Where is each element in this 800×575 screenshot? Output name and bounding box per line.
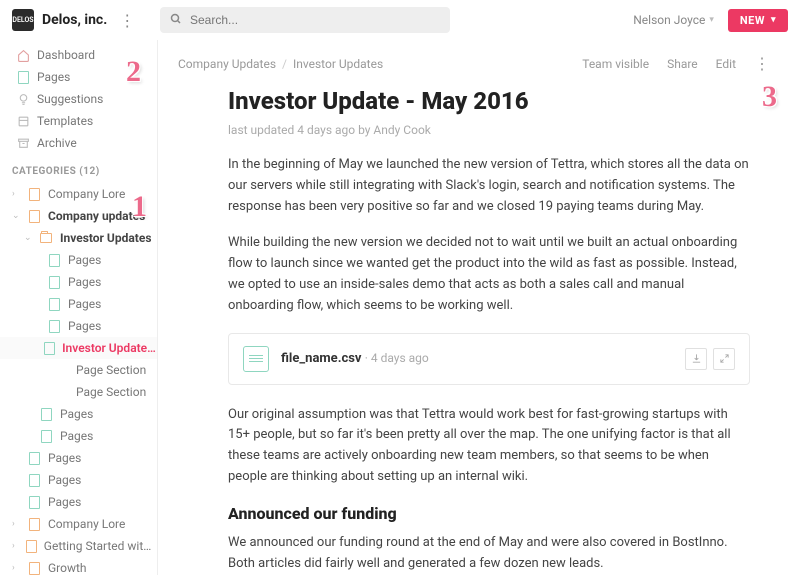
breadcrumb-separator: / [276,57,293,71]
tree-item[interactable]: Investor Update - May 2016 [0,337,157,359]
chevron-icon: › [12,563,20,573]
page-icon [16,71,30,84]
tree-item[interactable]: Pages [0,425,157,447]
paragraph: Our original assumption was that Tettra … [228,405,750,488]
org-menu-icon[interactable]: ⋮ [115,11,139,30]
file-meta: · 4 days ago [365,351,429,365]
nav-dashboard[interactable]: Dashboard [0,44,157,66]
page-meta: last updated 4 days ago by Andy Cook [228,123,750,137]
nav-pages[interactable]: Pages [0,66,157,88]
breadcrumb-row: Company Updates / Investor Updates Team … [178,50,770,87]
tree-item[interactable]: ⌄Investor Updates [0,227,157,249]
download-icon[interactable] [685,348,707,370]
page-title: Investor Update - May 2016 [228,87,750,115]
expand-icon[interactable] [713,348,735,370]
nav-suggestions[interactable]: Suggestions [0,88,157,110]
tree-item[interactable]: Pages [0,249,157,271]
item-icon [27,518,41,531]
search-bar[interactable] [160,7,450,33]
page-menu-icon[interactable]: ⋮ [754,54,770,73]
new-button[interactable]: NEW ▾ [728,9,788,32]
sidebar: DashboardPagesSuggestionsTemplatesArchiv… [0,40,158,575]
main-content: Company Updates / Investor Updates Team … [158,40,800,575]
item-icon [47,276,61,289]
org-logo[interactable]: DELOS [12,9,34,31]
chevron-down-icon: ▾ [709,15,714,25]
item-icon [47,254,61,267]
item-icon [39,408,53,421]
item-icon [47,298,61,311]
template-icon [16,115,30,128]
heading: Announced our funding [228,504,750,523]
user-name: Nelson Joyce [633,13,705,27]
home-icon [16,49,30,62]
tree-item[interactable]: ⌄Company updates [0,205,157,227]
tree-item[interactable]: Pages [0,315,157,337]
search-icon [170,13,182,28]
bulb-icon [16,93,30,106]
chevron-icon: ⌄ [24,233,32,243]
item-icon [44,342,55,355]
chevron-icon: › [12,519,20,529]
item-icon [27,474,41,487]
tree-item[interactable]: Pages [0,469,157,491]
share-button[interactable]: Share [667,57,698,71]
nav-templates[interactable]: Templates [0,110,157,132]
item-icon [47,320,61,333]
item-icon [39,233,53,243]
item-icon [27,188,41,201]
file-attachment[interactable]: file_name.csv · 4 days ago [228,333,750,385]
tree-item[interactable]: ›Company Lore [0,513,157,535]
search-input[interactable] [190,13,440,27]
item-icon [27,562,41,575]
item-icon [27,496,41,509]
tree-item[interactable]: Pages [0,447,157,469]
paragraph: We announced our funding round at the en… [228,533,750,575]
archive-icon [16,137,30,150]
chevron-icon: › [12,189,20,199]
item-icon [39,430,53,443]
breadcrumb[interactable]: Investor Updates [293,57,383,71]
file-name: file_name.csv [281,351,362,366]
tree-item[interactable]: Pages [0,491,157,513]
tree-item[interactable]: ›Growth [0,557,157,575]
categories-header: CATEGORIES (12) [0,154,157,183]
user-menu[interactable]: Nelson Joyce ▾ [633,13,714,27]
tree-item[interactable]: Pages [0,271,157,293]
tree-item[interactable]: Page Section [0,359,157,381]
item-icon [27,210,41,223]
tree-item[interactable]: Page Section [0,381,157,403]
item-icon [27,452,41,465]
chevron-down-icon: ▾ [771,15,776,25]
chevron-icon: › [12,541,18,551]
breadcrumb[interactable]: Company Updates [178,57,276,71]
file-icon [243,346,269,372]
tree-item[interactable]: ›Company Lore [0,183,157,205]
tree-item[interactable]: ›Getting Started with Tettra [0,535,157,557]
nav-archive[interactable]: Archive [0,132,157,154]
visibility-toggle[interactable]: Team visible [582,57,649,71]
paragraph: In the beginning of May we launched the … [228,155,750,217]
item-icon [25,540,36,553]
org-name[interactable]: Delos, inc. [42,12,107,28]
tree-item[interactable]: Pages [0,403,157,425]
chevron-icon: ⌄ [12,211,20,221]
tree-item[interactable]: Pages [0,293,157,315]
edit-button[interactable]: Edit [716,57,736,71]
paragraph: While building the new version we decide… [228,233,750,316]
